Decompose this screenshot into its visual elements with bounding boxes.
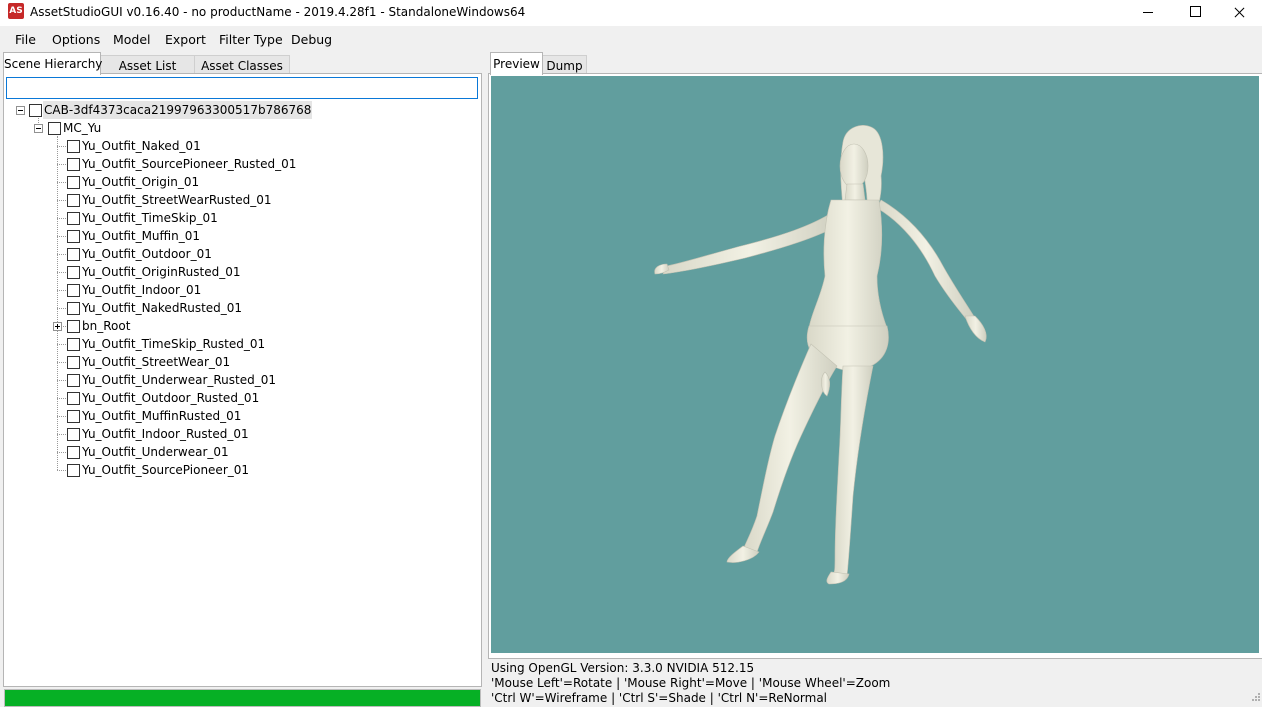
checkbox[interactable]: [67, 320, 80, 333]
tree-node-label: Yu_Outfit_Underwear_01: [82, 445, 229, 459]
tree-connector: [57, 182, 66, 183]
tree-node-label: bn_Root: [82, 319, 131, 333]
checkbox[interactable]: [67, 194, 80, 207]
menu-model[interactable]: Model: [113, 32, 151, 47]
title-bar: AS AssetStudioGUI v0.16.40 - no productN…: [0, 0, 1262, 26]
checkbox[interactable]: [67, 266, 80, 279]
tree-node-label: Yu_Outfit_Naked_01: [82, 139, 201, 153]
opengl-version-text: Using OpenGL Version: 3.3.0 NVIDIA 512.1…: [491, 661, 755, 675]
close-button[interactable]: [1216, 0, 1262, 26]
tree-connector: [57, 236, 66, 237]
menu-debug[interactable]: Debug: [291, 32, 332, 47]
checkbox[interactable]: [67, 140, 80, 153]
tree-connector: [57, 272, 66, 273]
tree-connector: [57, 416, 66, 417]
tree-node-label: Yu_Outfit_OriginRusted_01: [82, 265, 241, 279]
tree-node-label: Yu_Outfit_Underwear_Rusted_01: [82, 373, 277, 387]
expand-icon[interactable]: [53, 322, 62, 331]
checkbox[interactable]: [67, 248, 80, 261]
tree-node-label: Yu_Outfit_StreetWearRusted_01: [82, 193, 272, 207]
tree-connector: [57, 136, 58, 470]
tree-node-label: Yu_Outfit_NakedRusted_01: [82, 301, 243, 315]
checkbox[interactable]: [67, 464, 80, 477]
tree-node-label: Yu_Outfit_Origin_01: [82, 175, 200, 189]
checkbox[interactable]: [67, 446, 80, 459]
tree-connector: [57, 200, 66, 201]
scene-tree: CAB-3df4373caca21997963300517b786768 MC_…: [6, 101, 476, 681]
menu-export[interactable]: Export: [165, 32, 206, 47]
tree-node-label: Yu_Outfit_TimeSkip_Rusted_01: [82, 337, 266, 351]
tree-connector: [57, 470, 66, 471]
maximize-button[interactable]: [1171, 0, 1217, 26]
checkbox[interactable]: [67, 356, 80, 369]
checkbox[interactable]: [67, 158, 80, 171]
model-preview-viewport[interactable]: [491, 76, 1259, 653]
tree-node-label: MC_Yu: [63, 121, 102, 135]
menu-bar: File Options Model Export Filter Type De…: [0, 28, 1262, 50]
checkbox[interactable]: [67, 392, 80, 405]
tree-node-label: Yu_Outfit_Muffin_01: [82, 229, 201, 243]
collapse-icon[interactable]: [34, 124, 43, 133]
tree-node-label: Yu_Outfit_Indoor_01: [82, 283, 202, 297]
tree-connector: [57, 164, 66, 165]
tree-node-label: Yu_Outfit_SourcePioneer_01: [82, 463, 250, 477]
tab-preview[interactable]: Preview: [490, 52, 543, 75]
tree-connector: [57, 434, 66, 435]
tree-connector: [57, 362, 66, 363]
menu-options[interactable]: Options: [52, 32, 100, 47]
minimize-button[interactable]: [1125, 0, 1171, 26]
progress-bar: [4, 689, 481, 707]
tree-connector: [57, 344, 66, 345]
app-icon: AS: [8, 3, 24, 19]
tree-connector: [57, 380, 66, 381]
tree-node-label: Yu_Outfit_Outdoor_Rusted_01: [82, 391, 260, 405]
window-title: AssetStudioGUI v0.16.40 - no productName…: [30, 5, 526, 19]
resize-grip-icon[interactable]: [1249, 692, 1261, 704]
menu-file[interactable]: File: [15, 32, 36, 47]
collapse-icon[interactable]: [16, 106, 25, 115]
tree-node-label: Yu_Outfit_StreetWear_01: [82, 355, 231, 369]
tree-node-label: Yu_Outfit_TimeSkip_01: [82, 211, 218, 225]
tree-connector: [57, 218, 66, 219]
tree-connector: [57, 290, 66, 291]
keyboard-help-text: 'Ctrl W'=Wireframe | 'Ctrl S'=Shade | 'C…: [491, 691, 828, 705]
tree-connector: [57, 452, 66, 453]
checkbox[interactable]: [67, 176, 80, 189]
tree-node-label: CAB-3df4373caca21997963300517b786768: [43, 101, 313, 119]
checkbox[interactable]: [67, 410, 80, 423]
search-input[interactable]: [6, 77, 478, 99]
tree-node-label: Yu_Outfit_SourcePioneer_Rusted_01: [82, 157, 297, 171]
checkbox[interactable]: [48, 122, 61, 135]
tab-scene-hierarchy[interactable]: Scene Hierarchy: [3, 52, 102, 75]
checkbox[interactable]: [67, 284, 80, 297]
tree-node-label: Yu_Outfit_Indoor_Rusted_01: [82, 427, 249, 441]
checkbox[interactable]: [67, 428, 80, 441]
tree-connector: [57, 146, 66, 147]
checkbox[interactable]: [67, 302, 80, 315]
checkbox[interactable]: [29, 104, 42, 117]
checkbox[interactable]: [67, 374, 80, 387]
checkbox[interactable]: [67, 212, 80, 225]
tree-node-label: Yu_Outfit_Outdoor_01: [82, 247, 212, 261]
menu-filter-type[interactable]: Filter Type: [219, 32, 283, 47]
mouse-help-text: 'Mouse Left'=Rotate | 'Mouse Right'=Move…: [491, 676, 891, 690]
model-figure: [654, 125, 987, 585]
tree-connector: [57, 254, 66, 255]
checkbox[interactable]: [67, 338, 80, 351]
tree-connector: [57, 398, 66, 399]
tree-connector: [57, 308, 66, 309]
checkbox[interactable]: [67, 230, 80, 243]
tree-node-label: Yu_Outfit_MuffinRusted_01: [82, 409, 242, 423]
